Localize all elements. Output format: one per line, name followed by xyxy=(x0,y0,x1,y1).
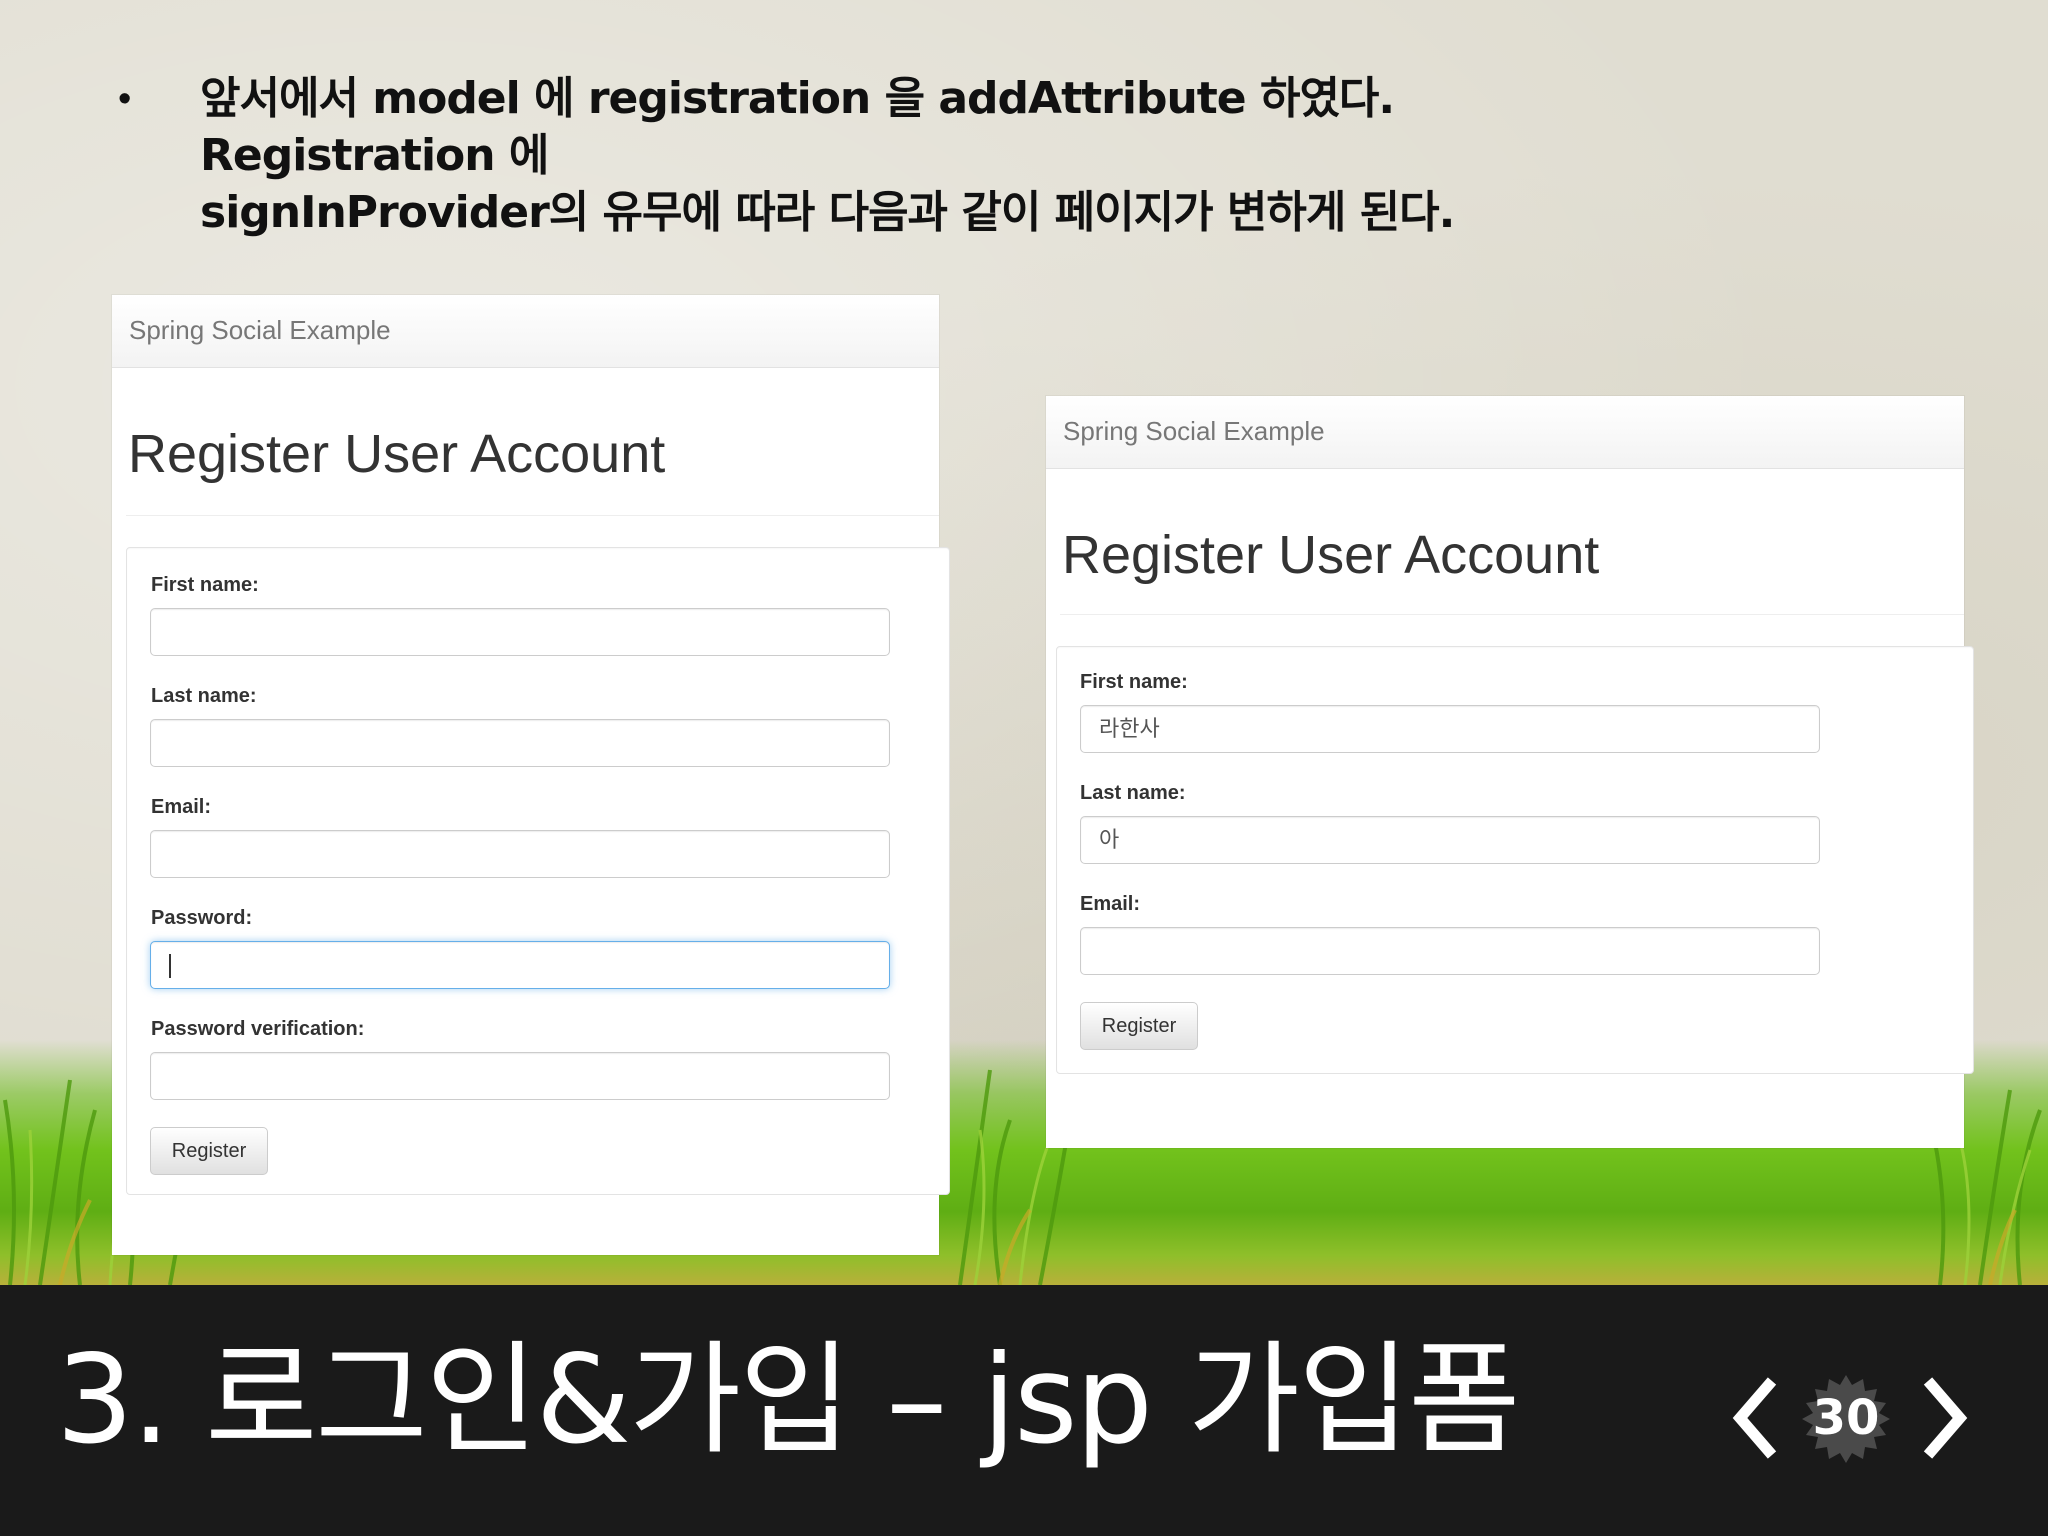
registration-form: First name: Last name: Email: Password: … xyxy=(126,547,950,1195)
chevron-right-icon[interactable] xyxy=(1920,1375,1970,1461)
registration-form: First name: 라한사 Last name: 아 Email: Regi… xyxy=(1056,646,1974,1074)
navbar: Spring Social Example xyxy=(112,295,939,368)
slide-title: 3. 로그인&가입 – jsp 가입폼 xyxy=(56,1329,1520,1471)
register-button[interactable]: Register xyxy=(1080,1002,1198,1050)
divider xyxy=(126,515,939,516)
last-name-input[interactable] xyxy=(150,719,890,767)
bullet-line-1: 앞서에서 model 에 registration 을 addAttribute… xyxy=(200,73,1395,181)
text-caret xyxy=(169,954,171,978)
password-verification-input[interactable] xyxy=(150,1052,890,1100)
bullet-paragraph: • 앞서에서 model 에 registration 을 addAttribu… xyxy=(118,70,1678,241)
first-name-input[interactable] xyxy=(150,608,890,656)
last-name-label: Last name: xyxy=(1080,782,1186,804)
first-name-input[interactable]: 라한사 xyxy=(1080,705,1820,753)
page-title: Register User Account xyxy=(1062,525,1600,585)
first-name-label: First name: xyxy=(151,574,259,596)
left-screenshot: Spring Social Example Register User Acco… xyxy=(112,295,950,1255)
bullet-line-2: signInProvider의 유무에 따라 다음과 같이 페이지가 변하게 된… xyxy=(200,187,1455,238)
email-input[interactable] xyxy=(1080,927,1820,975)
last-name-input[interactable]: 아 xyxy=(1080,816,1820,864)
brand-link[interactable]: Spring Social Example xyxy=(1063,416,1325,447)
password-verification-label: Password verification: xyxy=(151,1018,365,1040)
brand-link[interactable]: Spring Social Example xyxy=(129,315,391,346)
email-label: Email: xyxy=(151,796,212,818)
bullet-dot: • xyxy=(118,78,132,120)
divider xyxy=(1060,614,1964,615)
email-input[interactable] xyxy=(150,830,890,878)
page-title: Register User Account xyxy=(128,424,666,484)
navbar: Spring Social Example xyxy=(1046,396,1964,469)
page-number: 30 xyxy=(1812,1390,1880,1446)
register-button[interactable]: Register xyxy=(150,1127,268,1175)
chevron-left-icon[interactable] xyxy=(1730,1375,1780,1461)
email-label: Email: xyxy=(1080,893,1141,915)
password-label: Password: xyxy=(151,907,253,929)
last-name-label: Last name: xyxy=(151,685,257,707)
first-name-label: First name: xyxy=(1080,671,1188,693)
password-input[interactable] xyxy=(150,941,890,989)
right-screenshot: Spring Social Example Register User Acco… xyxy=(1046,396,1974,1148)
